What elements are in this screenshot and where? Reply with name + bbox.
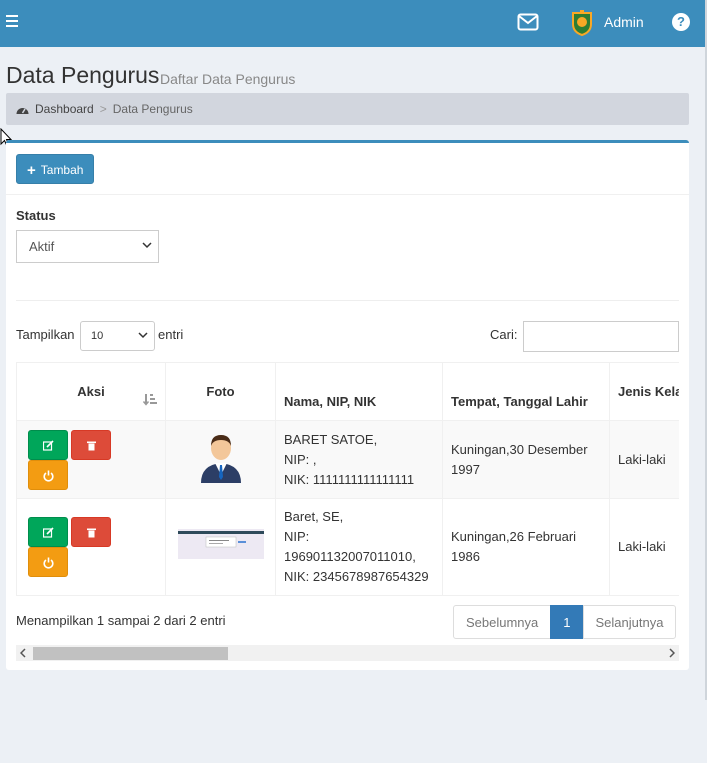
trash-icon — [87, 441, 96, 450]
page-length-select[interactable]: 10 — [80, 321, 155, 351]
photo-cell — [165, 498, 276, 596]
horizontal-scrollbar[interactable] — [16, 645, 679, 661]
delete-button[interactable] — [71, 517, 111, 547]
scrollbar-thumb[interactable] — [33, 647, 228, 660]
chevron-down-icon — [138, 332, 148, 339]
power-icon — [43, 470, 54, 482]
add-button-label: Tambah — [40, 163, 84, 177]
help-icon[interactable]: ? — [672, 13, 690, 31]
table-row: BARET SATOE, NIP: , NIK: 111111111111111… — [16, 420, 679, 499]
divider — [16, 300, 679, 301]
top-navbar: Admin ? — [0, 0, 705, 47]
status-filter-value: Aktif — [29, 239, 55, 254]
person-avatar-image[interactable] — [199, 431, 243, 483]
power-icon — [43, 557, 54, 569]
member-name: BARET SATOE, — [284, 431, 378, 447]
length-suffix: entri — [158, 327, 184, 342]
name-cell: Baret, SE, NIP: 196901132007011010, NIK:… — [275, 498, 443, 596]
gender-cell: Laki-laki — [609, 420, 679, 499]
action-cell — [16, 498, 166, 596]
member-name: Baret, SE, — [284, 509, 344, 524]
member-nip: NIP: , — [284, 451, 317, 467]
page-1-button[interactable]: 1 — [550, 605, 584, 639]
hamburger-icon[interactable] — [6, 15, 18, 27]
action-cell — [16, 420, 166, 499]
name-cell: BARET SATOE, NIP: , NIK: 111111111111111… — [275, 420, 443, 499]
member-nip: NIP: 196901132007011010, — [284, 529, 416, 564]
page-subtitle: Daftar Data Pengurus — [160, 71, 296, 87]
gender-cell: Laki-laki — [609, 498, 679, 596]
add-button[interactable]: + Tambah — [16, 154, 94, 184]
search-label: Cari: — [490, 327, 518, 342]
previous-page-button[interactable]: Sebelumnya — [453, 605, 552, 639]
chevron-down-icon — [142, 242, 152, 249]
edit-button[interactable] — [28, 429, 68, 460]
search-input[interactable] — [523, 321, 679, 352]
delete-button[interactable] — [71, 429, 111, 460]
member-nik: NIK: 2345678987654329 — [284, 569, 429, 584]
regional-logo-icon[interactable] — [570, 10, 594, 36]
status-filter-label: Status — [16, 208, 56, 223]
column-header-jenis-kelamin[interactable]: Jenis Kelamin — [609, 362, 679, 421]
length-prefix: Tampilkan — [16, 327, 75, 342]
breadcrumb-current: Data Pengurus — [112, 102, 193, 116]
edit-icon — [43, 527, 54, 538]
table-header-row: Aksi Foto Nama, NIP, NIK Tempat, Tanggal… — [16, 362, 679, 421]
box-header: + Tambah — [6, 143, 689, 195]
column-header-foto[interactable]: Foto — [165, 362, 276, 421]
status-filter-select[interactable]: Aktif — [16, 230, 159, 263]
power-button[interactable] — [28, 459, 68, 490]
birth-cell: Kuningan,26 Februari 1986 — [442, 498, 610, 596]
column-header-ttl[interactable]: Tempat, Tanggal Lahir — [442, 362, 610, 421]
breadcrumb-separator: > — [99, 102, 107, 116]
birth-cell: Kuningan,30 Desember 1997 — [442, 420, 610, 499]
page-length-value: 10 — [91, 330, 104, 342]
edit-icon — [43, 439, 54, 451]
scroll-right-icon[interactable] — [669, 648, 675, 658]
dashboard-icon — [16, 108, 29, 114]
member-nik: NIK: 1111111111111111 — [284, 471, 415, 487]
trash-icon — [87, 528, 96, 538]
data-table: Aksi Foto Nama, NIP, NIK Tempat, Tanggal… — [16, 362, 679, 596]
edit-button[interactable] — [28, 517, 68, 547]
column-header-aksi[interactable]: Aksi — [16, 362, 166, 421]
document-thumbnail-image[interactable] — [177, 529, 264, 559]
scroll-left-icon[interactable] — [20, 648, 26, 658]
table-scroll-container: Aksi Foto Nama, NIP, NIK Tempat, Tanggal… — [16, 362, 679, 596]
column-header-nama[interactable]: Nama, NIP, NIK — [275, 362, 443, 421]
sort-icon[interactable] — [143, 393, 157, 406]
power-button[interactable] — [28, 547, 68, 577]
plus-icon: + — [27, 162, 36, 179]
breadcrumb: Dashboard > Data Pengurus — [6, 93, 689, 125]
next-page-button[interactable]: Selanjutnya — [582, 605, 677, 639]
envelope-icon[interactable] — [517, 13, 539, 31]
content-box: + Tambah Status Aktif Tampilkan 10 entri … — [6, 140, 689, 670]
photo-cell — [165, 420, 276, 499]
pagination: Sebelumnya 1 Selanjutnya — [453, 605, 677, 639]
user-name[interactable]: Admin — [604, 14, 644, 30]
page-title: Data Pengurus — [6, 62, 160, 88]
table-row: Baret, SE, NIP: 196901132007011010, NIK:… — [16, 498, 679, 596]
table-info: Menampilkan 1 sampai 2 dari 2 entri — [16, 613, 226, 628]
breadcrumb-dashboard-link[interactable]: Dashboard — [35, 102, 94, 116]
